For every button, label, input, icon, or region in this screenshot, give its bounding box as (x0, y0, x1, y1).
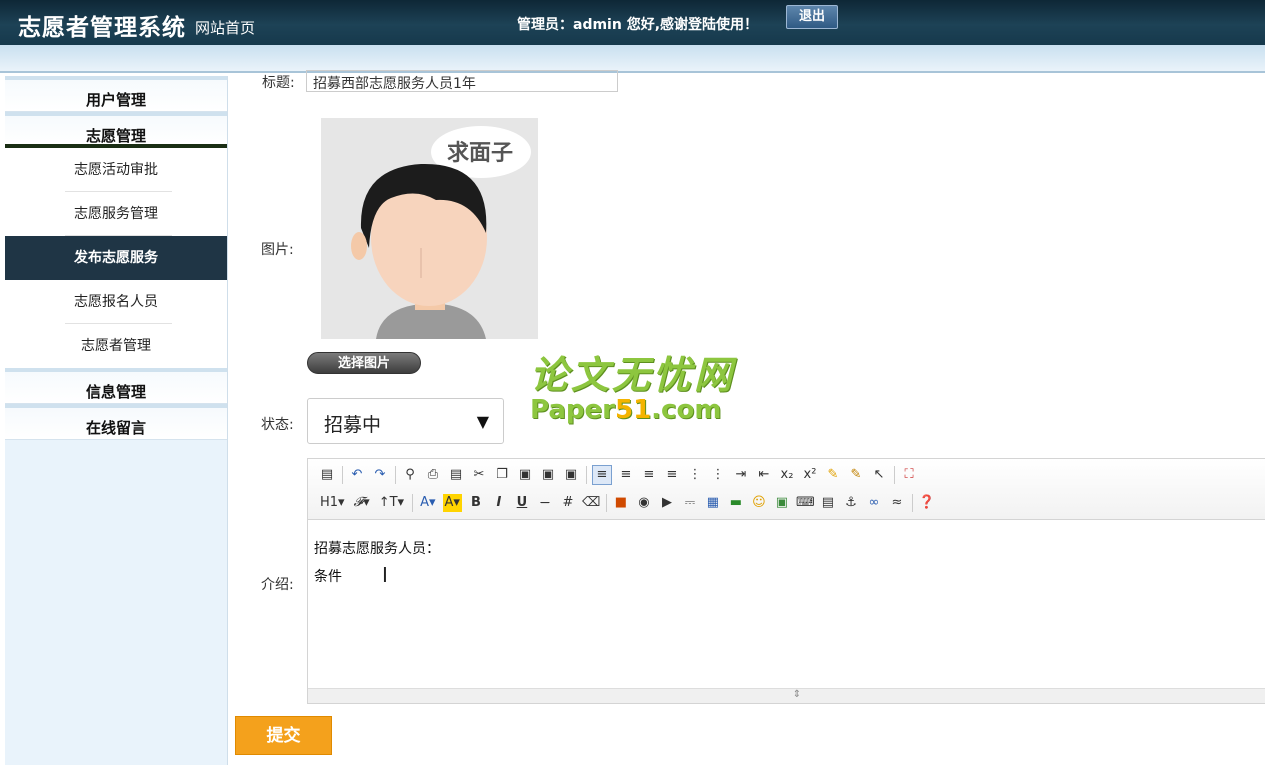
anchor-icon[interactable]: ⚓ (842, 494, 860, 512)
sidebar: 用户管理 志愿管理 志愿活动审批 志愿服务管理 发布志愿服务 志愿报名人员 志愿… (5, 76, 228, 765)
watermark-logo: 论文无忧网 Paper51.com (530, 344, 735, 425)
font-size-icon[interactable]: ↑T▾ (377, 494, 406, 512)
pagebreak-icon[interactable]: ▤ (819, 494, 837, 512)
choose-image-button[interactable]: 选择图片 (307, 352, 421, 374)
status-select[interactable]: 招募中 ▼ (307, 398, 504, 444)
editor-toolbar: ▤ ↶ ↷ ⚲ ⎙ ▤ ✂ ❐ ▣ ▣ ▣ ≡ ≡ ≡ ≡ ⋮ ⋮ ⇥ ⇤ x₂… (308, 459, 1265, 520)
rich-text-editor[interactable]: ▤ ↶ ↷ ⚲ ⎙ ▤ ✂ ❐ ▣ ▣ ▣ ≡ ≡ ≡ ≡ ⋮ ⋮ ⇥ ⇤ x₂… (307, 458, 1265, 704)
media-icon[interactable]: ▶ (658, 494, 676, 512)
watermark-en: Paper51.com (530, 395, 722, 425)
background-color-icon[interactable]: A▾ (442, 494, 462, 512)
superscript-icon[interactable]: x² (801, 466, 819, 484)
code-icon[interactable]: ⌨ (796, 494, 815, 512)
copy-icon[interactable]: ❐ (493, 466, 511, 484)
logout-button[interactable]: 退出 (786, 5, 838, 29)
intro-line-1: 招募志愿服务人员： (314, 541, 440, 557)
text-cursor-icon: I (382, 563, 388, 587)
source-icon[interactable]: ▤ (318, 466, 336, 484)
cut-icon[interactable]: ✂ (470, 466, 488, 484)
justify-icon[interactable]: ≡ (663, 466, 681, 484)
menu-volunteer-management[interactable]: 志愿管理 (5, 112, 227, 148)
table-icon[interactable]: ▦ (704, 494, 722, 512)
fullscreen-icon[interactable]: ⛶ (900, 466, 918, 484)
font-family-icon[interactable]: 𝓕▾ (352, 494, 372, 512)
eraser-icon[interactable]: ⌫ (582, 494, 600, 512)
top-header: 志愿者管理系统 网站首页 管理员：admin 您好,感谢登陆使用！ 退出 (0, 0, 1265, 45)
status-value: 招募中 (324, 414, 382, 436)
system-title: 志愿者管理系统 (18, 14, 186, 41)
link-icon[interactable]: ∞ (865, 494, 883, 512)
ordered-list-icon[interactable]: ⋮ (686, 466, 704, 484)
redo-icon[interactable]: ↷ (371, 466, 389, 484)
attachment-icon[interactable]: ⎓ (681, 494, 699, 512)
paste-text-icon[interactable]: ▣ (539, 466, 557, 484)
menu-online-message[interactable]: 在线留言 (5, 404, 227, 440)
align-center-icon[interactable]: ≡ (617, 466, 635, 484)
insert-image-icon[interactable]: ■ (612, 494, 630, 512)
paste-icon[interactable]: ▣ (516, 466, 534, 484)
sidebar-item-service-management[interactable]: 志愿服务管理 (5, 192, 227, 236)
align-left-icon[interactable]: ≡ (592, 465, 612, 485)
volunteer-submenu: 志愿活动审批 志愿服务管理 发布志愿服务 志愿报名人员 志愿者管理 (5, 148, 227, 368)
editor-resize-handle[interactable]: ⇕ (308, 688, 1265, 703)
status-label: 状态: (261, 417, 294, 433)
image-bubble-text: 求面子 (447, 141, 513, 166)
title-input[interactable]: 招募西部志愿服务人员1年 (306, 70, 618, 92)
watermark-cn: 论文无忧网 (530, 353, 736, 397)
image-label: 图片: (261, 242, 294, 258)
select-all-icon[interactable]: ✎ (847, 466, 865, 484)
help-icon[interactable]: ❓ (918, 494, 936, 512)
title-label: 标题: (262, 75, 295, 91)
flash-icon[interactable]: ◉ (635, 494, 653, 512)
toolbar-row-2: H1▾ 𝓕▾ ↑T▾ A▾ A▾ B I U — # ⌫ ■ ◉ ▶ ⎓ ▦ ▬… (318, 492, 941, 514)
outdent-icon[interactable]: ⇤ (755, 466, 773, 484)
menu-user-management[interactable]: 用户管理 (5, 76, 227, 112)
preview-icon[interactable]: ⚲ (401, 466, 419, 484)
image-map-icon[interactable]: ▣ (773, 494, 791, 512)
indent-icon[interactable]: ⇥ (732, 466, 750, 484)
strikethrough-icon[interactable]: — (536, 494, 554, 512)
hr-icon[interactable]: # (559, 494, 577, 512)
toolbar-row-1: ▤ ↶ ↷ ⚲ ⎙ ▤ ✂ ❐ ▣ ▣ ▣ ≡ ≡ ≡ ≡ ⋮ ⋮ ⇥ ⇤ x₂… (318, 464, 923, 486)
sidebar-item-activity-approval[interactable]: 志愿活动审批 (5, 148, 227, 192)
template-icon[interactable]: ▤ (447, 466, 465, 484)
avatar-illustration: 求面子 (321, 118, 538, 339)
subscript-icon[interactable]: x₂ (778, 466, 796, 484)
italic-icon[interactable]: I (490, 494, 508, 512)
volunteer-image: 求面子 (321, 118, 538, 339)
pointer-icon[interactable]: ↖ (870, 466, 888, 484)
font-color-icon[interactable]: A▾ (418, 494, 437, 512)
heading-icon[interactable]: H1▾ (318, 494, 347, 512)
clear-format-icon[interactable]: ✎ (824, 466, 842, 484)
menu-info-management[interactable]: 信息管理 (5, 368, 227, 404)
bold-icon[interactable]: B (467, 494, 485, 512)
paste-word-icon[interactable]: ▣ (562, 466, 580, 484)
print-icon[interactable]: ⎙ (424, 466, 442, 484)
submit-button[interactable]: 提交 (235, 716, 332, 755)
unordered-list-icon[interactable]: ⋮ (709, 466, 727, 484)
dropdown-arrow-icon: ▼ (476, 412, 489, 431)
admin-greeting: 管理员：admin 您好,感谢登陆使用！ (517, 17, 759, 33)
intro-label: 介绍: (261, 577, 294, 593)
underline-icon[interactable]: U (513, 494, 531, 512)
unlink-icon[interactable]: ≈ (888, 494, 906, 512)
undo-icon[interactable]: ↶ (348, 466, 366, 484)
emoticon-icon[interactable]: ☺ (750, 494, 768, 512)
align-right-icon[interactable]: ≡ (640, 466, 658, 484)
sidebar-item-publish-service[interactable]: 发布志愿服务 (5, 236, 227, 280)
sidebar-item-registrants[interactable]: 志愿报名人员 (5, 280, 227, 324)
sidebar-item-volunteer-admin[interactable]: 志愿者管理 (5, 324, 227, 368)
editor-content[interactable]: 招募志愿服务人员： 条件 (314, 535, 440, 591)
intro-line-2: 条件 (314, 569, 342, 585)
horizontal-line-icon[interactable]: ▬ (727, 494, 745, 512)
sub-header-bar (0, 45, 1265, 73)
home-link[interactable]: 网站首页 (195, 17, 255, 38)
